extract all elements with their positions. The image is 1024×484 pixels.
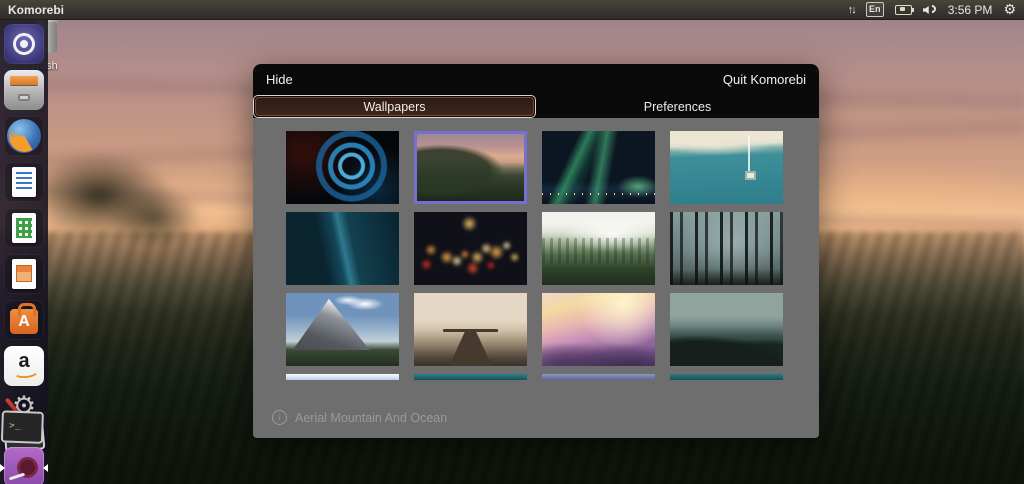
amazon-icon[interactable]: a [4, 346, 44, 386]
tab-bar: Wallpapers Preferences [253, 95, 819, 118]
wallpaper-thumbnail-sunset-forest[interactable] [414, 131, 527, 204]
dash-home-icon[interactable] [4, 24, 44, 64]
komorebi-app-icon[interactable] [4, 447, 44, 484]
software-center-letter: A [18, 313, 30, 330]
quit-komorebi-button[interactable]: Quit Komorebi [723, 72, 806, 87]
info-icon: i [272, 410, 287, 425]
software-center-icon[interactable]: A [4, 300, 44, 340]
current-wallpaper-name: Aerial Mountain And Ocean [295, 410, 448, 425]
libreoffice-impress-icon[interactable] [4, 254, 44, 294]
wallpaper-thumbnail-aurora-borealis[interactable] [542, 131, 655, 204]
terminal-prompt-glyph: >_ [8, 420, 21, 432]
wallpaper-thumbnail-snowy-mountain[interactable] [286, 293, 399, 366]
keyboard-layout-indicator[interactable]: En [865, 2, 884, 17]
focused-indicator-arrow [43, 464, 48, 472]
dialog-body: i Aerial Mountain And Ocean [253, 118, 819, 438]
wallpaper-thumbnail-partial-light-sky[interactable] [286, 374, 399, 380]
wallpaper-thumbnail-partial-teal-ridge[interactable] [670, 374, 783, 380]
wallpaper-grid [286, 131, 783, 438]
wallpaper-thumbnail-partial-teal-sea[interactable] [414, 374, 527, 380]
network-updown-icon[interactable]: ↑↓ [848, 4, 857, 16]
tab-preferences-label: Preferences [643, 99, 712, 114]
amazon-letter: a [18, 350, 30, 372]
libreoffice-writer-icon[interactable] [4, 162, 44, 202]
desktop-screen: Trash Komorebi ↑↓ En 3:56 PM ⚙ A a ⚙ >_ [0, 0, 1024, 484]
wallpaper-thumbnail-dark-teal-mountains[interactable] [670, 293, 783, 366]
status-bar: i Aerial Mountain And Ocean [272, 410, 447, 425]
top-panel: Komorebi ↑↓ En 3:56 PM ⚙ [0, 0, 1024, 20]
tab-wallpapers[interactable]: Wallpapers [253, 95, 536, 118]
libreoffice-calc-icon[interactable] [4, 208, 44, 248]
unity-launcher: A a ⚙ >_ [0, 19, 48, 484]
volume-icon[interactable] [923, 4, 937, 15]
wallpaper-thumbnail-deep-blue-water[interactable] [286, 212, 399, 285]
wallpaper-thumbnail-blue-light-spiral[interactable] [286, 131, 399, 204]
wallpaper-thumbnail-partial-blue-dusk[interactable] [542, 374, 655, 380]
clock[interactable]: 3:56 PM [948, 3, 993, 17]
dialog-header: Hide Quit Komorebi [253, 64, 819, 95]
files-icon[interactable] [4, 70, 44, 110]
tab-wallpapers-label: Wallpapers [255, 97, 534, 116]
wallpaper-thumbnail-purple-mountain-haze[interactable] [542, 293, 655, 366]
battery-icon[interactable] [894, 4, 914, 15]
wallpaper-thumbnail-city-bokeh-lights[interactable] [414, 212, 527, 285]
wallpaper-thumbnail-aerial-ocean-pier[interactable] [670, 131, 783, 204]
tab-preferences[interactable]: Preferences [536, 95, 819, 118]
wallpaper-thumbnail-misty-tree-trunks[interactable] [670, 212, 783, 285]
tree-silhouette [35, 135, 205, 245]
hide-button[interactable]: Hide [266, 72, 293, 87]
wallpaper-thumbnail-foggy-pier[interactable] [414, 293, 527, 366]
indicator-tray: ↑↓ En 3:56 PM ⚙ [848, 2, 1016, 17]
session-gear-icon[interactable]: ⚙ [1003, 3, 1016, 17]
wallpaper-thumbnail-foggy-pine-forest[interactable] [542, 212, 655, 285]
komorebi-dialog: Hide Quit Komorebi Wallpapers Preference… [253, 64, 819, 438]
running-indicator-arrow [0, 464, 5, 472]
firefox-icon[interactable] [4, 116, 44, 156]
window-title: Komorebi [8, 2, 65, 17]
